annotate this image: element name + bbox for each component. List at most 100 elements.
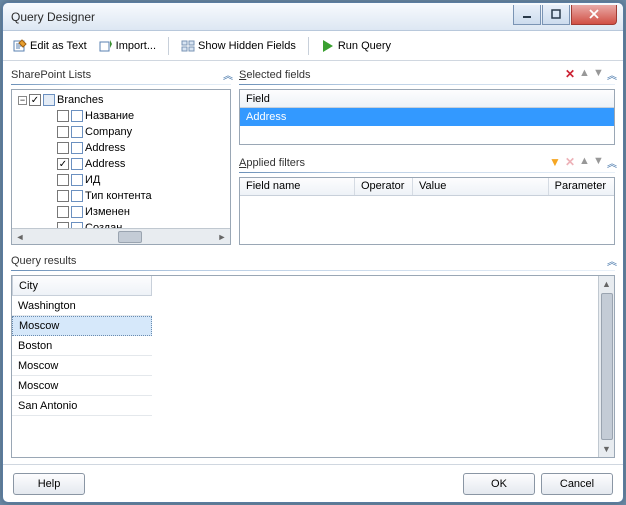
ok-button[interactable]: OK	[463, 473, 535, 495]
field-icon	[71, 126, 83, 138]
collapse-icon[interactable]: ︽	[223, 67, 231, 82]
close-button[interactable]	[571, 5, 617, 25]
import-label: Import...	[116, 40, 156, 52]
import-button[interactable]: Import...	[95, 37, 160, 55]
scroll-right-icon[interactable]: ►	[214, 230, 230, 244]
field-icon	[71, 190, 83, 202]
toolbar-separator	[168, 37, 169, 55]
field-icon	[71, 158, 83, 170]
vertical-scrollbar[interactable]: ▲ ▼	[598, 276, 614, 457]
tree-label: Тип контента	[85, 190, 152, 202]
tree-node[interactable]: Создан	[14, 220, 228, 228]
results-row[interactable]: Moscow	[12, 356, 152, 376]
move-up-icon: ▲	[579, 155, 589, 165]
col-parameter[interactable]: Parameter	[549, 178, 614, 195]
run-icon	[321, 39, 335, 53]
tree-node[interactable]: −✓Branches	[14, 92, 228, 108]
selected-fields-box[interactable]: Field Address	[239, 89, 615, 145]
sharepoint-lists-title: SharePoint Lists	[11, 69, 91, 81]
tree-node[interactable]: Тип контента	[14, 188, 228, 204]
query-results-title: Query results	[11, 255, 76, 267]
run-query-label: Run Query	[338, 40, 391, 52]
divider	[239, 84, 615, 85]
hidden-fields-icon	[181, 39, 195, 53]
horizontal-scrollbar[interactable]: ◄ ►	[12, 228, 230, 244]
import-icon	[99, 39, 113, 53]
move-up-icon[interactable]: ▲	[579, 67, 589, 77]
checkbox[interactable]	[57, 142, 69, 154]
results-row[interactable]: Moscow	[12, 316, 152, 336]
field-icon	[71, 142, 83, 154]
tree-label: Изменен	[85, 206, 130, 218]
results-row[interactable]: Boston	[12, 336, 152, 356]
results-box[interactable]: CityWashingtonMoscowBostonMoscowMoscowSa…	[11, 275, 615, 458]
cancel-button[interactable]: Cancel	[541, 473, 613, 495]
edit-text-icon	[13, 39, 27, 53]
field-icon	[71, 206, 83, 218]
query-results-panel: Query results ︽ CityWashingtonMoscowBost…	[11, 251, 615, 464]
tree-label: ИД	[85, 174, 100, 186]
checkbox[interactable]	[57, 206, 69, 218]
collapse-icon[interactable]: ︽	[607, 253, 615, 268]
tree-node[interactable]: ИД	[14, 172, 228, 188]
collapse-icon[interactable]: −	[18, 96, 27, 105]
window: Query Designer Edit as Text Import... Sh…	[2, 2, 624, 503]
edit-as-text-button[interactable]: Edit as Text	[9, 37, 91, 55]
scroll-up-icon[interactable]: ▲	[600, 276, 614, 292]
footer: Help OK Cancel	[3, 464, 623, 502]
checkbox[interactable]: ✓	[57, 158, 69, 170]
checkbox[interactable]: ✓	[29, 94, 41, 106]
checkbox[interactable]	[57, 190, 69, 202]
field-icon	[71, 110, 83, 122]
results-row[interactable]: Washington	[12, 296, 152, 316]
toolbar: Edit as Text Import... Show Hidden Field…	[3, 31, 623, 61]
window-title: Query Designer	[11, 10, 95, 24]
sharepoint-lists-panel: SharePoint Lists ︽ −✓Branches Название Com…	[11, 65, 231, 245]
filters-box[interactable]: Field name Operator Value Parameter	[239, 177, 615, 245]
tree-label: Название	[85, 110, 134, 122]
divider	[239, 172, 615, 173]
tree-node[interactable]: Название	[14, 108, 228, 124]
tree-node[interactable]: Address	[14, 140, 228, 156]
selected-fields-header[interactable]: Field	[240, 90, 614, 108]
move-down-icon[interactable]: ▼	[593, 67, 603, 77]
divider	[11, 84, 231, 85]
scroll-left-icon[interactable]: ◄	[12, 230, 28, 244]
selected-fields-title: Selected fields	[239, 69, 311, 81]
scroll-thumb[interactable]	[601, 293, 613, 440]
run-query-button[interactable]: Run Query	[317, 37, 395, 55]
show-hidden-fields-button[interactable]: Show Hidden Fields	[177, 37, 300, 55]
checkbox[interactable]	[57, 174, 69, 186]
field-icon	[71, 174, 83, 186]
tree-node[interactable]: ✓ Address	[14, 156, 228, 172]
delete-icon[interactable]: ✕	[565, 67, 575, 82]
maximize-button[interactable]	[542, 5, 570, 25]
results-column-header[interactable]: City	[12, 276, 152, 296]
scroll-thumb[interactable]	[118, 231, 142, 243]
scroll-down-icon[interactable]: ▼	[600, 441, 614, 457]
tree-box[interactable]: −✓BranchesНазваниеCompanyAddress✓Address…	[11, 89, 231, 245]
right-panel: Selected fields ✕ ▲ ▼ ︽ Field Address Ap…	[239, 65, 615, 245]
tree-node[interactable]: Company	[14, 124, 228, 140]
checkbox[interactable]	[57, 110, 69, 122]
selected-field-row[interactable]: Address	[240, 108, 614, 126]
toolbar-separator	[308, 37, 309, 55]
col-operator[interactable]: Operator	[355, 178, 413, 195]
titlebar[interactable]: Query Designer	[3, 3, 623, 31]
help-button[interactable]: Help	[13, 473, 85, 495]
window-controls	[513, 5, 623, 25]
col-field-name[interactable]: Field name	[240, 178, 355, 195]
collapse-icon[interactable]: ︽	[607, 67, 615, 82]
divider	[11, 270, 615, 271]
col-value[interactable]: Value	[413, 178, 549, 195]
results-row[interactable]: San Antonio	[12, 396, 152, 416]
minimize-button[interactable]	[513, 5, 541, 25]
collapse-icon[interactable]: ︽	[607, 155, 615, 170]
filter-icon[interactable]: ▼	[549, 155, 561, 170]
checkbox[interactable]	[57, 126, 69, 138]
filter-columns[interactable]: Field name Operator Value Parameter	[240, 178, 614, 196]
results-row[interactable]: Moscow	[12, 376, 152, 396]
tree-label: Address	[85, 158, 125, 170]
tree-node[interactable]: Изменен	[14, 204, 228, 220]
applied-filters-title: Applied filters	[239, 157, 305, 169]
